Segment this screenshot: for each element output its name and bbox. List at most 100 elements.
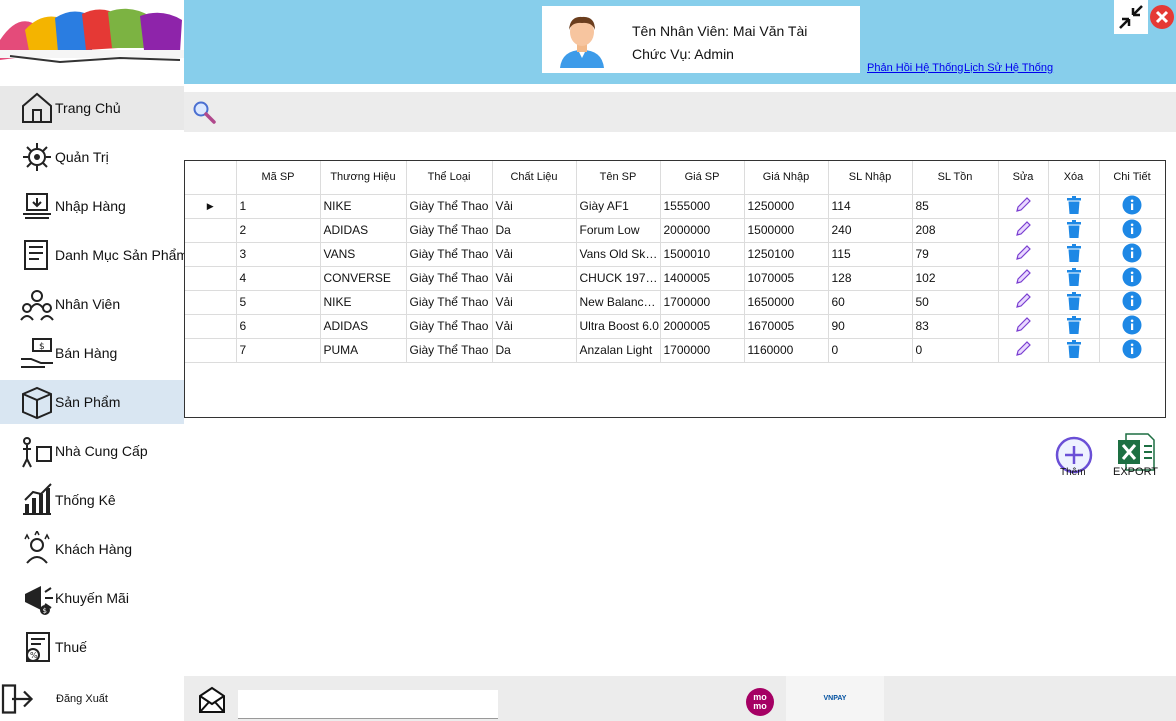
delete-icon[interactable] [1065,291,1083,314]
row-selector[interactable] [185,338,237,363]
delete-cell[interactable] [1048,266,1100,291]
row-selector[interactable]: ▶ [185,194,237,219]
delete-cell[interactable] [1048,314,1100,339]
footer-input[interactable] [238,690,498,719]
sidebar-item-4[interactable]: Danh Mục Sản Phẩm [0,233,184,277]
info-cell[interactable] [1099,266,1165,291]
edit-cell[interactable] [998,266,1049,291]
sidebar-item-7[interactable]: Sản Phẩm [0,380,184,424]
user-role: Chức Vụ: Admin [632,46,734,62]
edit-cell[interactable] [998,290,1049,315]
edit-icon[interactable] [1014,340,1032,361]
delete-icon[interactable] [1065,315,1083,338]
edit-icon[interactable] [1014,220,1032,241]
column-header[interactable]: SL Nhập [828,161,913,195]
logout-button[interactable]: Đăng Xuất [0,676,184,721]
info-icon[interactable] [1122,267,1142,290]
row-selector[interactable] [185,314,237,339]
vnpay-logo[interactable]: VNPAY [786,676,884,721]
delete-cell[interactable] [1048,194,1100,219]
info-cell[interactable] [1099,338,1165,363]
delete-cell[interactable] [1048,338,1100,363]
info-icon[interactable] [1122,195,1142,218]
search-icon[interactable] [192,100,218,126]
table-cell: 1700000 [660,338,745,363]
column-header[interactable]: Giá SP [660,161,745,195]
info-cell[interactable] [1099,194,1165,219]
table-row[interactable]: 4 CONVERSE Giày Thể Thao Vải CHUCK 1970S 1400… [185,266,1165,291]
table-row[interactable]: 5 NIKE Giày Thể Thao Vải New Balance ... 1700… [185,290,1165,315]
delete-icon[interactable] [1065,267,1083,290]
row-selector[interactable] [185,242,237,267]
column-header[interactable]: Chi Tiết [1099,161,1165,195]
table-row[interactable]: 7 PUMA Giày Thể Thao Da Anzalan Light 1700000… [185,338,1165,363]
edit-icon[interactable] [1014,196,1032,217]
delete-cell[interactable] [1048,242,1100,267]
column-header[interactable]: Chất Liệu [492,161,577,195]
delete-cell[interactable] [1048,218,1100,243]
edit-cell[interactable] [998,242,1049,267]
table-row[interactable]: 2 ADIDAS Giày Thể Thao Da Forum Low 2000000 15… [185,218,1165,243]
column-header[interactable]: Thương Hiệu [320,161,407,195]
mail-icon[interactable] [198,686,226,714]
edit-icon[interactable] [1014,244,1032,265]
sidebar-item-6[interactable]: $ Bán Hàng [0,331,184,375]
row-selector[interactable] [185,266,237,291]
column-header[interactable]: Tên SP [576,161,661,195]
close-button[interactable] [1148,0,1176,34]
edit-icon[interactable] [1014,292,1032,313]
column-header[interactable]: Xóa [1048,161,1100,195]
table-row[interactable]: ▶ 1 NIKE Giày Thể Thao Vải Giày AF1 1555000 125… [185,194,1165,219]
column-header[interactable]: Thể Loại [406,161,493,195]
column-header[interactable]: SL Tồn [912,161,999,195]
info-icon[interactable] [1122,219,1142,242]
table-cell: Giày Thể Thao [406,290,493,315]
history-link[interactable]: Lịch Sử Hệ Thống [964,62,1053,74]
sidebar-item-11[interactable]: $ Khuyến Mãi [0,576,184,620]
sidebar-item-8[interactable]: Nhà Cung Cấp [0,429,184,473]
info-cell[interactable] [1099,218,1165,243]
sidebar-item-12[interactable]: % Thuế [0,625,184,669]
delete-icon[interactable] [1065,243,1083,266]
sidebar-item-10[interactable]: Khách Hàng [0,527,184,571]
sidebar-item-9[interactable]: Thống Kê [0,478,184,522]
info-icon[interactable] [1122,291,1142,314]
table-row[interactable]: 3 VANS Giày Thể Thao Vải Vans Old Skool 15000… [185,242,1165,267]
info-cell[interactable] [1099,314,1165,339]
edit-cell[interactable] [998,194,1049,219]
column-header[interactable]: Giá Nhập [744,161,829,195]
momo-logo[interactable]: mo mo [746,688,774,716]
delete-cell[interactable] [1048,290,1100,315]
info-icon[interactable] [1122,243,1142,266]
sidebar-item-5[interactable]: Nhân Viên [0,282,184,326]
sidebar-item-1[interactable]: Trang Chủ [0,86,184,130]
sidebar-item-label: Nhà Cung Cấp [55,443,148,459]
delete-icon[interactable] [1065,195,1083,218]
feedback-link[interactable]: Phản Hồi Hệ Thống [867,62,963,74]
table-row[interactable]: 6 ADIDAS Giày Thể Thao Vải Ultra Boost 6.0 20… [185,314,1165,339]
row-selector[interactable] [185,290,237,315]
edit-cell[interactable] [998,314,1049,339]
column-header[interactable]: Mã SP [236,161,321,195]
product-box-icon [19,384,55,420]
info-cell[interactable] [1099,242,1165,267]
info-icon[interactable] [1122,339,1142,362]
delete-icon[interactable] [1065,219,1083,242]
user-name: Tên Nhân Viên: Mai Văn Tài [632,23,808,39]
column-header[interactable]: Sửa [998,161,1049,195]
delete-icon[interactable] [1065,339,1083,362]
minimize-button[interactable] [1114,0,1148,34]
table-cell: 115 [828,242,913,267]
search-input[interactable] [222,98,456,126]
info-icon[interactable] [1122,315,1142,338]
header-bar: Tên Nhân Viên: Mai Văn Tài Chức Vụ: Admi… [184,0,1176,84]
edit-icon[interactable] [1014,268,1032,289]
row-selector[interactable] [185,218,237,243]
export-label: EXPORT [1113,466,1159,478]
edit-cell[interactable] [998,218,1049,243]
sidebar-item-3[interactable]: Nhập Hàng [0,184,184,228]
sidebar-item-2[interactable]: Quản Trị [0,135,184,179]
edit-icon[interactable] [1014,316,1032,337]
edit-cell[interactable] [998,338,1049,363]
info-cell[interactable] [1099,290,1165,315]
